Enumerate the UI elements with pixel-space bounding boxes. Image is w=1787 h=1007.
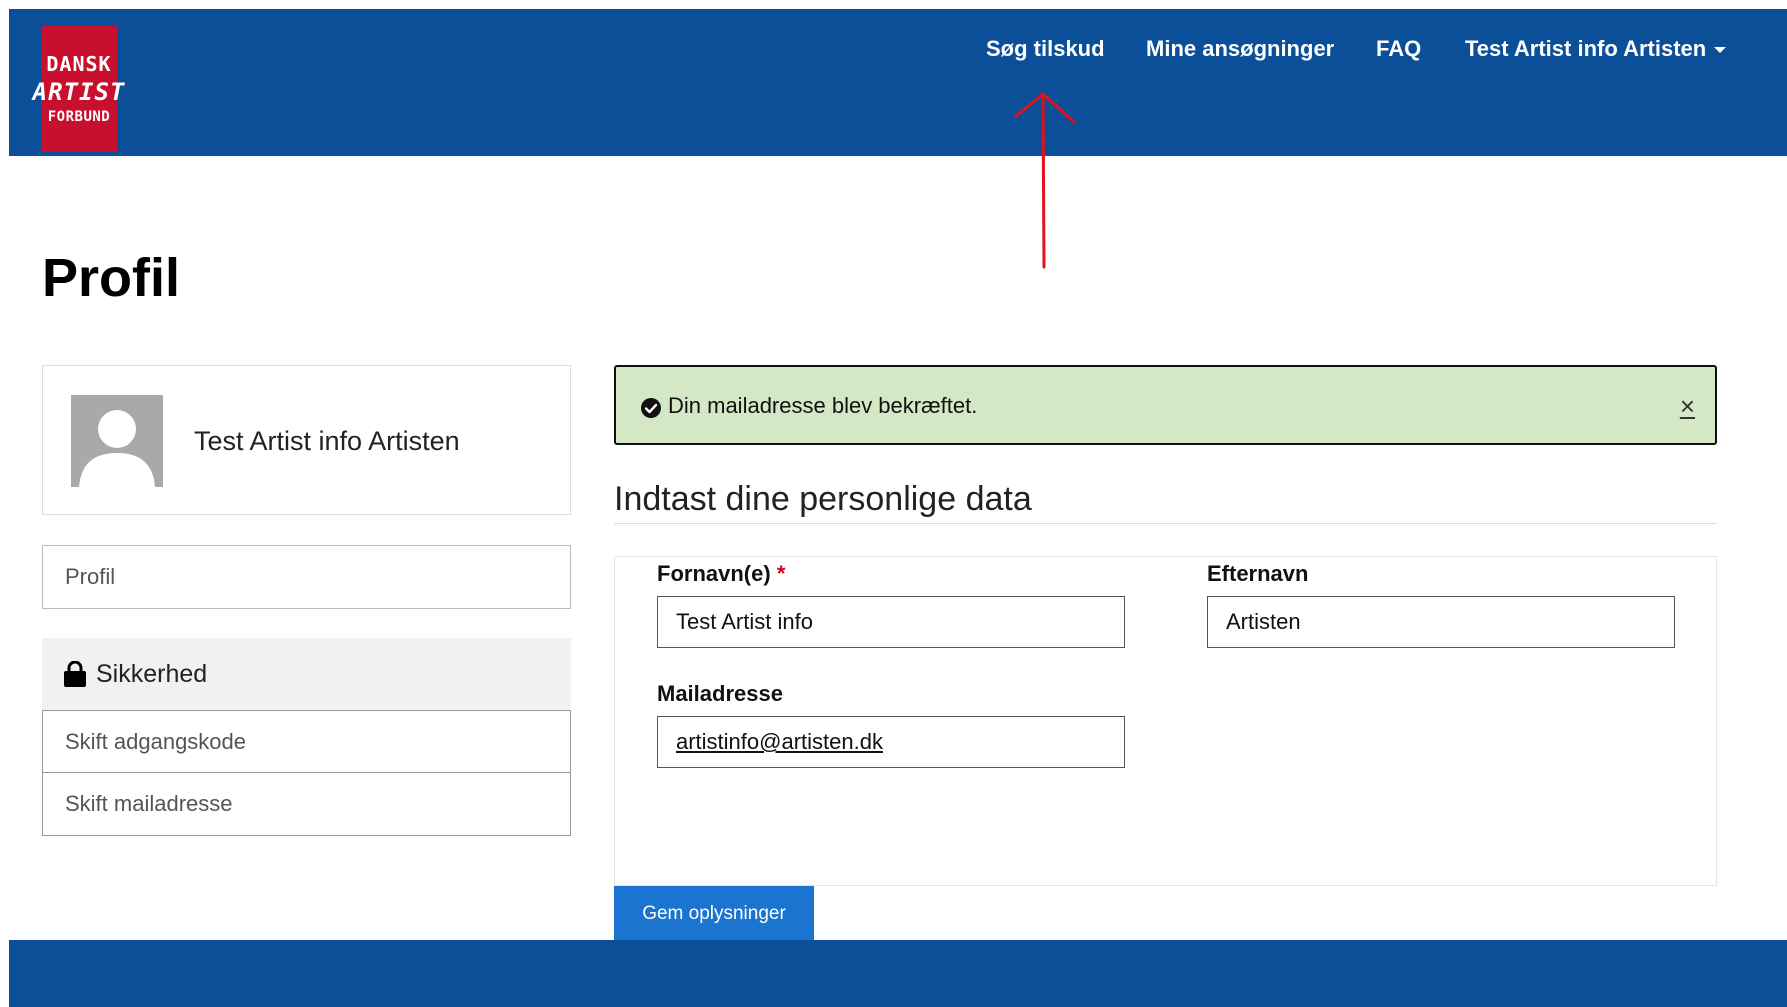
- nav-user-menu[interactable]: Test Artist info Artisten: [1465, 34, 1727, 64]
- email-label: Mailadresse: [657, 681, 783, 706]
- security-heading-label: Sikkerhed: [96, 659, 208, 688]
- nav-mine-ansogninger[interactable]: Mine ansøgninger: [1146, 34, 1334, 64]
- close-icon[interactable]: ×: [1680, 393, 1695, 419]
- top-navbar: DANSK ARTIST FORBUND: [9, 9, 1787, 156]
- dansk-artist-forbund-logo[interactable]: DANSK ARTIST FORBUND: [33, 26, 124, 152]
- nav-user-name: Test Artist info Artisten: [1465, 36, 1707, 61]
- email-field[interactable]: [657, 716, 1125, 768]
- firstname-field[interactable]: [657, 596, 1125, 648]
- required-marker: *: [776, 561, 786, 586]
- sidebar-item-skift-adgangskode[interactable]: Skift adgangskode: [42, 710, 571, 773]
- check-circle-icon: [641, 398, 661, 418]
- sidebar-item-skift-mailadresse[interactable]: Skift mailadresse: [42, 773, 571, 836]
- lock-icon: [64, 661, 86, 687]
- user-card: Test Artist info Artisten: [42, 365, 571, 515]
- form-heading: Indtast dine personlige data: [614, 480, 1032, 518]
- firstname-label-text: Fornavn(e): [657, 561, 771, 586]
- success-alert: Din mailadresse blev bekræftet. ×: [614, 365, 1717, 445]
- red-arrow-annotation: [1014, 92, 1076, 269]
- alert-message: Din mailadresse blev bekræftet.: [668, 393, 978, 418]
- nav-faq[interactable]: FAQ: [1376, 34, 1421, 64]
- save-button[interactable]: Gem oplysninger: [614, 886, 814, 942]
- logo-line-1: DANSK: [46, 52, 112, 76]
- user-name: Test Artist info Artisten: [194, 426, 460, 456]
- footer: [9, 940, 1787, 1007]
- logo-line-3: FORBUND: [47, 109, 111, 125]
- logo-line-2: ARTIST: [32, 78, 126, 106]
- lastname-label: Efternavn: [1207, 561, 1309, 586]
- heading-divider: [614, 523, 1717, 524]
- security-heading: Sikkerhed: [42, 638, 571, 710]
- nav-sog-tilskud[interactable]: Søg tilskud: [986, 34, 1105, 64]
- page-title: Profil: [42, 248, 181, 308]
- sidebar-item-profil[interactable]: Profil: [42, 545, 571, 609]
- caret-down-icon: [1714, 47, 1727, 54]
- security-menu: Sikkerhed Skift adgangskode Skift mailad…: [42, 638, 571, 836]
- firstname-label: Fornavn(e) *: [657, 561, 785, 587]
- avatar-placeholder-icon: [71, 395, 163, 487]
- lastname-field[interactable]: [1207, 596, 1675, 648]
